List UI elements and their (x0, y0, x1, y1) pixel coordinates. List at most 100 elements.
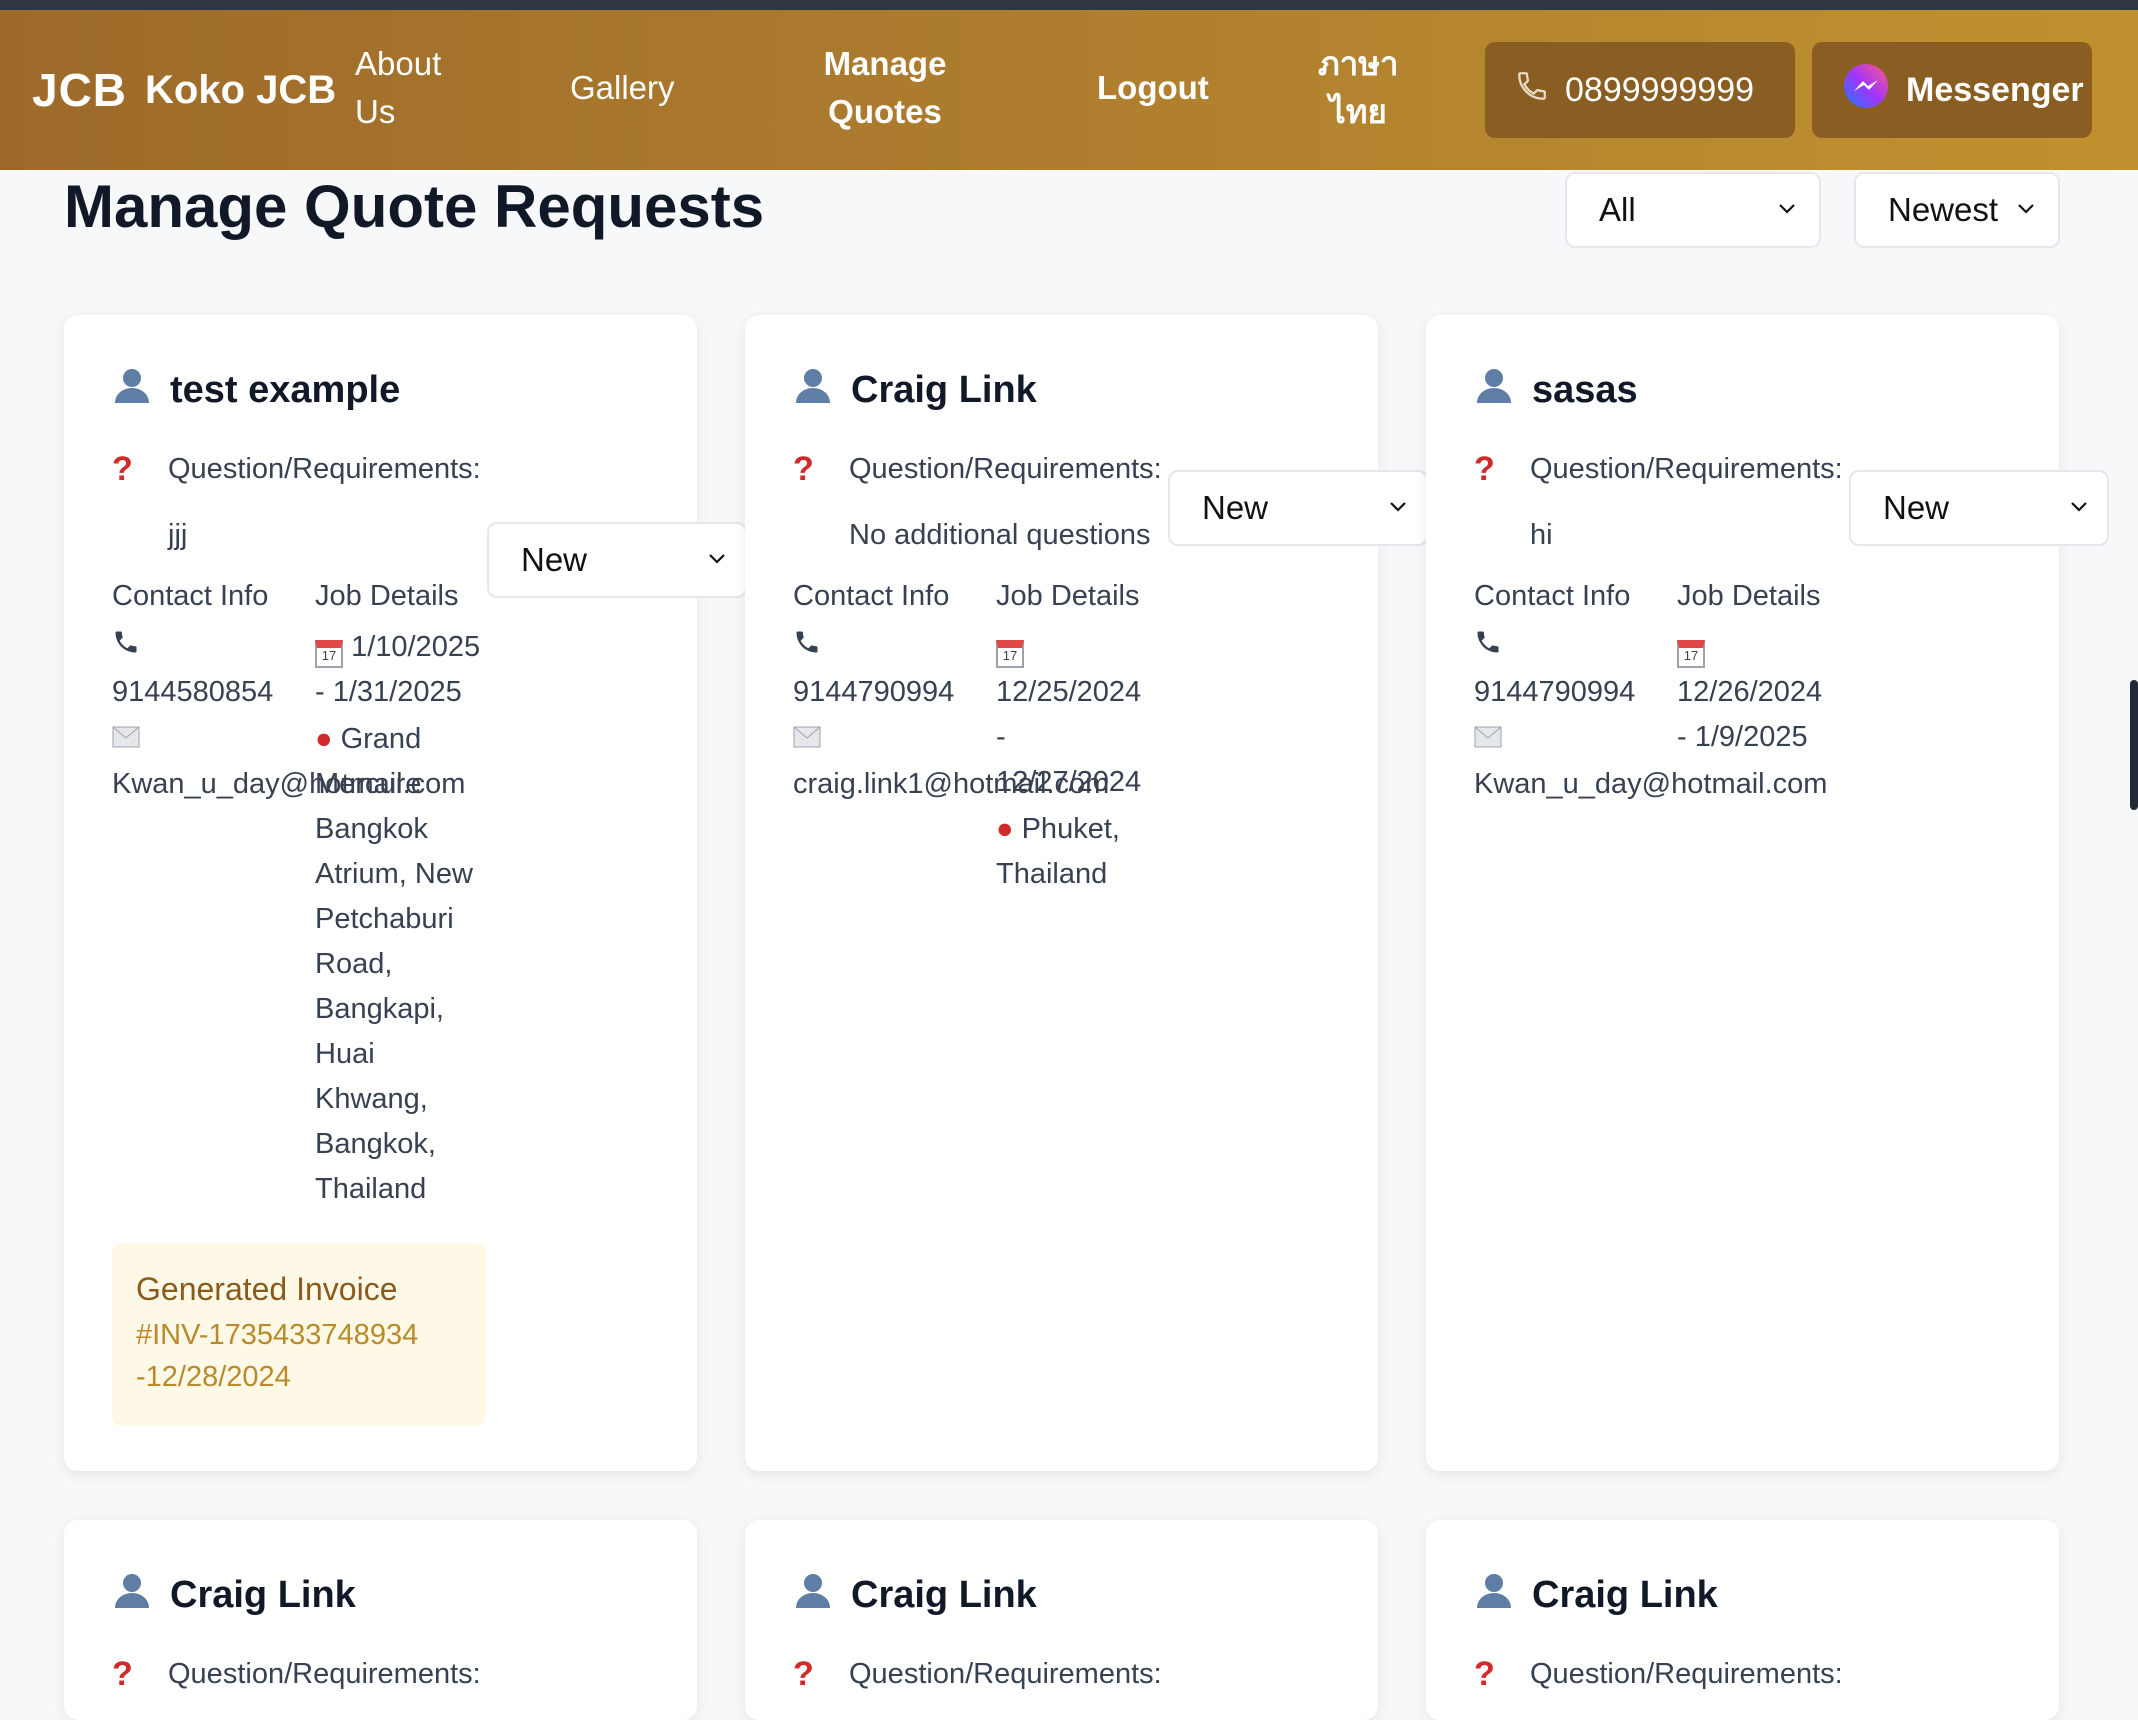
question-icon: ? (1474, 1655, 1495, 1693)
date-separator: - (996, 721, 1006, 753)
date-end: - 1/9/2025 (1677, 721, 1808, 753)
phone-icon (1515, 69, 1549, 112)
user-icon (1474, 1570, 1514, 1620)
location-line: Bangkok (315, 813, 428, 845)
job-dates: 17 1/10/2025 - 1/31/2025 (315, 625, 480, 715)
calendar-icon: 17 (996, 640, 1024, 668)
invoice-title: Generated Invoice (136, 1271, 398, 1307)
nav-about-line1: About (355, 45, 442, 82)
status-value: New (1883, 489, 1950, 526)
status-value: New (521, 541, 588, 578)
main-navbar: JCB Koko JCB About Us Gallery Manage Quo… (0, 10, 2138, 170)
question-label-text: Question/Requirements: (849, 453, 1162, 485)
chevron-down-icon (1779, 204, 1795, 214)
chevron-down-icon (2071, 502, 2087, 512)
nav-about-line2: Us (355, 93, 396, 130)
location-line: Grand (340, 723, 422, 755)
question-label: ? Question/Requirements: (112, 1655, 481, 1694)
customer-name-text: Craig Link (851, 1573, 1037, 1616)
chevron-down-icon (709, 554, 725, 564)
question-label: ? Question/Requirements: (793, 450, 1162, 489)
question-answer: hi (1530, 519, 1553, 551)
customer-name-text: test example (170, 368, 401, 411)
quote-card: test example ? Question/Requirements: jj… (64, 315, 747, 1471)
quote-card: sasas ? Question/Requirements: hi New Co… (1426, 315, 2109, 1471)
question-label: ? Question/Requirements: (793, 1655, 1162, 1694)
question-label: ? Question/Requirements: (1474, 1655, 1843, 1694)
page-scrollbar[interactable] (2130, 680, 2138, 810)
brand-name: Koko JCB (145, 67, 337, 112)
nav-link-gallery[interactable]: Gallery (570, 64, 675, 112)
phone-button[interactable]: 0899999999 (1485, 42, 1795, 138)
generated-invoice[interactable]: Generated Invoice #INV-1735433748934 -12… (112, 1243, 486, 1426)
user-icon (793, 365, 833, 415)
location-line: Thailand (996, 858, 1108, 890)
messenger-icon (1842, 62, 1890, 119)
question-label-text: Question/Requirements: (168, 1658, 481, 1690)
location-line: Petchaburi (315, 903, 454, 935)
chevron-down-icon (1390, 502, 1406, 512)
customer-name: sasas (1474, 365, 1638, 415)
location-line: Bangkok, (315, 1128, 436, 1160)
status-value: New (1202, 489, 1269, 526)
question-label-text: Question/Requirements: (1530, 1658, 1843, 1690)
date-end: - 1/31/2025 (315, 676, 462, 708)
customer-name-text: Craig Link (1532, 1573, 1718, 1616)
customer-name: test example (112, 365, 400, 415)
invoice-number: #INV-1735433748934 (136, 1319, 419, 1351)
location-line: Thailand (315, 1173, 427, 1205)
user-icon (112, 365, 152, 415)
browser-top-edge (0, 0, 2138, 10)
location-line: Phuket, (1021, 813, 1120, 845)
nav-link-manage-quotes[interactable]: Manage Quotes (810, 40, 960, 136)
quote-card: Craig Link ? Question/Requirements: No a… (745, 315, 1428, 1471)
phone-icon (1474, 625, 1635, 670)
nav-thai-line2: ไทย (1329, 93, 1387, 130)
job-details-heading: Job Details (1677, 580, 1821, 612)
location-line: Mercure (315, 768, 422, 800)
status-select[interactable]: New (1849, 470, 2109, 546)
customer-name: Craig Link (793, 365, 1037, 415)
nav-link-language[interactable]: ภาษา ไทย (1318, 40, 1399, 136)
job-location: ● Grand Mercure Bangkok Atrium, New Petc… (315, 717, 473, 1212)
date-end: 12/27/2024 (996, 766, 1142, 798)
status-filter-select[interactable]: All (1565, 172, 1821, 248)
logo-text: JCB (32, 64, 128, 116)
quote-card: Craig Link ? Question/Requirements: (64, 1520, 697, 1720)
customer-name-text: sasas (1532, 368, 1638, 411)
user-icon (112, 1570, 152, 1620)
contact-info-heading: Contact Info (112, 580, 269, 612)
page-title: Manage Quote Requests (64, 173, 765, 240)
quote-card: Craig Link ? Question/Requirements: (1426, 1520, 2059, 1720)
date-start: 1/10/2025 (351, 631, 481, 663)
nav-manage-line1: Manage (823, 45, 947, 82)
brand-logo[interactable]: JCB Koko JCB (32, 10, 336, 170)
phone-text: 9144790994 (1474, 676, 1636, 708)
question-icon: ? (1474, 450, 1495, 488)
question-label-text: Question/Requirements: (849, 1658, 1162, 1690)
question-answer: jjj (168, 519, 188, 551)
contact-info-heading: Contact Info (793, 580, 950, 612)
sort-select[interactable]: Newest (1854, 172, 2060, 248)
user-icon (1474, 365, 1514, 415)
phone-icon (793, 625, 954, 670)
calendar-icon: 17 (315, 640, 343, 668)
job-dates: 17 12/25/2024 - 12/27/2024 (996, 625, 1141, 805)
pin-icon: ● (315, 723, 333, 755)
question-icon: ? (793, 450, 814, 488)
job-location: ● Phuket, Thailand (996, 807, 1120, 897)
customer-name: Craig Link (112, 1570, 356, 1620)
messenger-button[interactable]: Messenger (1812, 42, 2092, 138)
status-select[interactable]: New (487, 522, 747, 598)
nav-link-logout[interactable]: Logout (1097, 64, 1209, 112)
question-answer: No additional questions (849, 519, 1151, 551)
customer-name: Craig Link (793, 1570, 1037, 1620)
nav-thai-line1: ภาษา (1318, 45, 1399, 82)
location-line: Road, (315, 948, 393, 980)
question-label: ? Question/Requirements: (1474, 450, 1843, 489)
chevron-down-icon (2018, 204, 2034, 214)
status-select[interactable]: New (1168, 470, 1428, 546)
nav-link-about[interactable]: About Us (355, 40, 441, 136)
location-line: Khwang, (315, 1083, 428, 1115)
question-label: ? Question/Requirements: (112, 450, 481, 489)
